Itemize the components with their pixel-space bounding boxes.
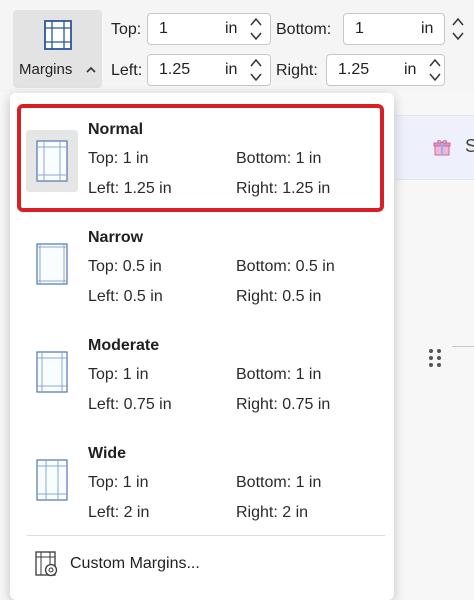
page-margin-icon	[36, 243, 68, 285]
left-margin-value: 1.25	[159, 61, 191, 78]
top-margin-unit: in	[225, 20, 238, 37]
page-margin-icon	[36, 459, 68, 501]
margins-label: Margins	[19, 61, 73, 78]
preset-left: Left: 0.5 in	[88, 288, 163, 305]
preset-right: Right: 0.5 in	[236, 288, 322, 305]
bottom-margin-field[interactable]: 1 in	[343, 13, 445, 45]
preset-top: Top: 1 in	[88, 366, 149, 383]
left-margin-label: Left:	[111, 62, 143, 79]
right-margin-unit: in	[404, 61, 417, 78]
custom-margins-icon	[35, 551, 58, 577]
selection-highlight	[17, 104, 384, 212]
left-margin-unit: in	[225, 61, 238, 78]
document-rule	[452, 346, 474, 347]
spin-arrows-icon[interactable]	[249, 14, 263, 44]
preset-top: Top: 0.5 in	[88, 258, 162, 275]
preset-left: Left: 2 in	[88, 504, 150, 521]
preset-moderate[interactable]: Moderate Top: 1 in Bottom: 1 in Left: 0.…	[18, 320, 382, 420]
caret-up-icon	[86, 66, 96, 73]
custom-margins-item[interactable]: Custom Margins...	[24, 541, 388, 587]
preset-wide[interactable]: Wide Top: 1 in Bottom: 1 in Left: 2 in R…	[18, 428, 382, 528]
drag-handle-icon[interactable]	[428, 348, 442, 368]
preset-bottom: Bottom: 1 in	[236, 474, 322, 491]
gift-icon[interactable]	[433, 138, 451, 156]
layout-ribbon: Margins Top: 1 in Bottom: 1 in Left: 1.2…	[0, 0, 474, 92]
strip-label: S	[465, 136, 474, 156]
bottom-margin-unit: in	[421, 20, 434, 37]
preset-right: Right: 0.75 in	[236, 396, 331, 413]
spin-arrows-icon[interactable]	[428, 55, 442, 85]
preset-name: Narrow	[88, 229, 144, 246]
preset-top: Top: 1 in	[88, 474, 149, 491]
menu-divider	[27, 535, 385, 536]
spin-arrows-icon[interactable]	[249, 55, 263, 85]
right-margin-label: Right:	[276, 62, 318, 79]
top-margin-field[interactable]: 1 in	[147, 13, 271, 45]
preset-bottom: Bottom: 0.5 in	[236, 258, 335, 275]
top-margin-label: Top:	[111, 21, 142, 38]
spin-arrows-icon[interactable]	[451, 14, 465, 44]
preset-right: Right: 2 in	[236, 504, 309, 521]
custom-margins-label: Custom Margins...	[70, 555, 200, 572]
preset-name: Moderate	[88, 337, 160, 354]
preset-name: Wide	[88, 445, 127, 462]
preset-bottom: Bottom: 1 in	[236, 366, 322, 383]
right-margin-value: 1.25	[338, 61, 370, 78]
preset-narrow[interactable]: Narrow Top: 0.5 in Bottom: 0.5 in Left: …	[18, 212, 382, 312]
preset-left: Left: 0.75 in	[88, 396, 172, 413]
left-margin-field[interactable]: 1.25 in	[147, 54, 271, 86]
margins-button[interactable]: Margins	[13, 10, 102, 88]
top-margin-value: 1	[159, 20, 168, 37]
bottom-margin-label: Bottom:	[276, 21, 332, 38]
bottom-margin-value: 1	[355, 20, 364, 37]
page-margin-icon	[36, 351, 68, 393]
margins-icon	[44, 20, 72, 50]
